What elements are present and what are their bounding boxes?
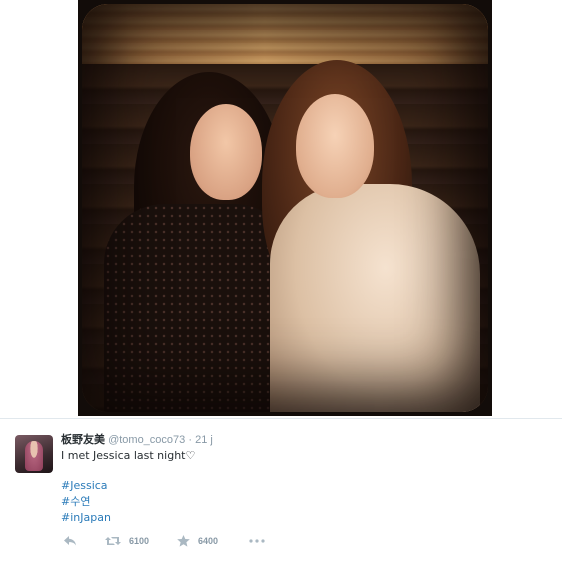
hashtag-list: #Jessica #수연 #inJapan — [61, 478, 111, 526]
tweet-media-area — [0, 0, 562, 418]
reply-button[interactable] — [63, 532, 77, 550]
retweet-icon — [105, 537, 121, 545]
display-name[interactable]: 板野友美 — [61, 433, 105, 446]
retweet-count: 6100 — [129, 536, 150, 546]
hashtag-link[interactable]: #수연 — [61, 494, 111, 510]
tweet-header: 板野友美 @tomo_coco73 · 21 j — [61, 432, 213, 448]
more-button[interactable] — [249, 532, 265, 550]
user-handle[interactable]: @tomo_coco73 — [108, 434, 185, 446]
favorite-button[interactable]: 6400 — [177, 532, 218, 550]
retweet-button[interactable]: 6100 — [105, 532, 149, 550]
hashtag-link[interactable]: #inJapan — [61, 510, 111, 526]
avatar-image — [25, 441, 43, 471]
photo-image — [82, 4, 488, 412]
reply-icon — [64, 536, 76, 546]
tweet-actions: 6100 6400 — [61, 532, 361, 550]
separator-dot: · — [188, 434, 193, 446]
photo-vignette — [82, 4, 488, 412]
favorite-count: 6400 — [198, 536, 219, 546]
tweet: 板野友美 @tomo_coco73 · 21 j I met Jessica l… — [0, 419, 562, 562]
tweet-timestamp[interactable]: 21 j — [195, 434, 213, 446]
star-icon — [177, 535, 190, 547]
avatar[interactable] — [15, 435, 53, 473]
tweet-photo[interactable] — [78, 0, 492, 416]
hashtag-link[interactable]: #Jessica — [61, 478, 111, 494]
more-dots-icon — [249, 539, 265, 543]
tweet-text: I met Jessica last night♡ — [61, 449, 196, 462]
